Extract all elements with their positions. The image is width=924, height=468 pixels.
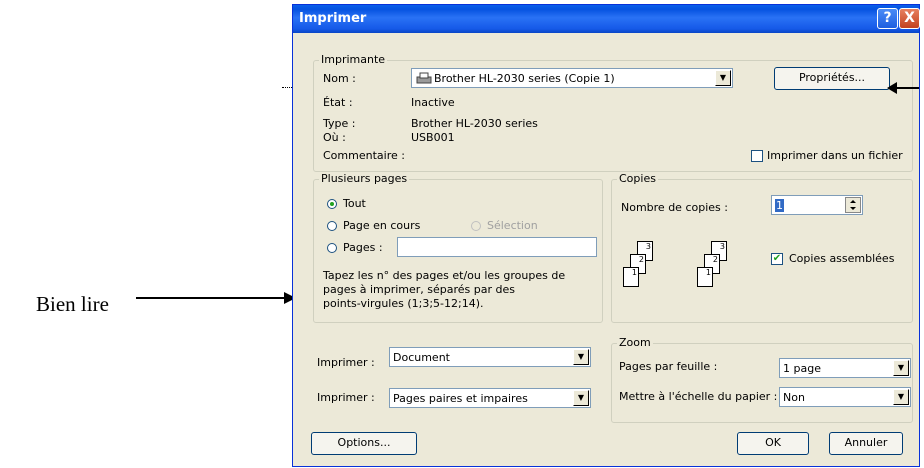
annotation-arrow-line bbox=[136, 297, 286, 299]
copies-spinner[interactable] bbox=[845, 197, 861, 213]
page-range-radio[interactable] bbox=[327, 243, 337, 253]
current-page-label[interactable]: Page en cours bbox=[343, 219, 420, 232]
help-button[interactable]: ? bbox=[877, 8, 898, 29]
chevron-down-icon[interactable]: ▼ bbox=[893, 360, 909, 376]
page-range-help-line-2: pages à imprimer, séparés par des bbox=[323, 283, 515, 296]
printer-state-label: État : bbox=[323, 96, 353, 109]
printer-name-label: Nom : bbox=[323, 72, 356, 85]
scale-to-paper-select[interactable]: Non ▼ bbox=[779, 387, 911, 407]
scale-to-paper-value: Non bbox=[783, 391, 805, 404]
zoom-group: Zoom bbox=[611, 336, 913, 423]
selection-radio[interactable] bbox=[471, 221, 481, 231]
print-what-value: Document bbox=[393, 351, 450, 364]
print-what-select[interactable]: Document ▼ bbox=[389, 347, 591, 367]
copies-count-input[interactable]: 1 bbox=[771, 195, 863, 215]
page-icon: 1 bbox=[697, 267, 713, 287]
printer-where-value: USB001 bbox=[411, 131, 455, 144]
options-button[interactable]: Options... bbox=[311, 432, 417, 455]
pages-per-sheet-value: 1 page bbox=[783, 362, 821, 375]
page-icon: 1 bbox=[623, 267, 639, 287]
print-dialog: Imprimer ? X Imprimante Nom : Brother HL… bbox=[292, 4, 920, 467]
scale-to-paper-label: Mettre à l'échelle du papier : bbox=[619, 390, 778, 403]
properties-button[interactable]: Propriétés... bbox=[774, 67, 890, 90]
zoom-group-legend: Zoom bbox=[617, 336, 653, 349]
spinner-arrows-icon bbox=[850, 200, 856, 210]
printer-comment-label: Commentaire : bbox=[323, 149, 405, 162]
ok-button[interactable]: OK bbox=[737, 432, 809, 455]
print-to-file-label[interactable]: Imprimer dans un fichier bbox=[767, 149, 903, 162]
dialog-title: Imprimer bbox=[299, 11, 367, 26]
all-pages-radio[interactable] bbox=[327, 199, 337, 209]
print-pages-value: Pages paires et impaires bbox=[393, 392, 528, 405]
chevron-down-icon[interactable]: ▼ bbox=[573, 390, 589, 406]
print-to-file-checkbox[interactable] bbox=[751, 150, 763, 162]
chevron-down-icon[interactable]: ▼ bbox=[573, 349, 589, 365]
page-range-help-line-3: points-virgules (1;3;5-12;14). bbox=[323, 297, 484, 310]
collate-label[interactable]: Copies assemblées bbox=[789, 252, 894, 265]
printer-icon bbox=[416, 72, 432, 84]
pages-per-sheet-select[interactable]: 1 page ▼ bbox=[779, 358, 911, 378]
copies-count-label: Nombre de copies : bbox=[621, 201, 728, 214]
printer-where-label: Où : bbox=[323, 131, 346, 144]
close-button[interactable]: X bbox=[899, 8, 920, 29]
printer-group-legend: Imprimante bbox=[319, 53, 388, 66]
pages-per-sheet-label: Pages par feuille : bbox=[619, 360, 718, 373]
selection-label[interactable]: Sélection bbox=[487, 219, 538, 232]
title-bar[interactable]: Imprimer ? X bbox=[293, 5, 920, 33]
page-range-group-legend: Plusieurs pages bbox=[319, 172, 410, 185]
annotation-arrow-left-icon bbox=[887, 82, 919, 94]
printer-state-value: Inactive bbox=[411, 96, 455, 109]
page-range-input[interactable] bbox=[397, 237, 597, 257]
page-range-help-line-1: Tapez les n° des pages et/ou les groupes… bbox=[323, 269, 566, 282]
print-pages-select[interactable]: Pages paires et impaires ▼ bbox=[389, 388, 591, 408]
collated-pages-icon-group-2: 3 2 1 bbox=[697, 241, 737, 301]
chevron-down-icon[interactable]: ▼ bbox=[715, 70, 731, 86]
all-pages-label[interactable]: Tout bbox=[343, 197, 366, 210]
copies-group-legend: Copies bbox=[617, 172, 658, 185]
copies-count-value: 1 bbox=[775, 199, 784, 212]
cancel-button[interactable]: Annuler bbox=[829, 432, 903, 455]
page-range-label[interactable]: Pages : bbox=[343, 241, 383, 254]
printer-type-value: Brother HL-2030 series bbox=[411, 117, 538, 130]
printer-type-label: Type : bbox=[323, 117, 356, 130]
annotation-label: Bien lire bbox=[36, 292, 109, 316]
current-page-radio[interactable] bbox=[327, 221, 337, 231]
printer-name-value: Brother HL-2030 series (Copie 1) bbox=[434, 72, 615, 85]
printer-name-select[interactable]: Brother HL-2030 series (Copie 1) ▼ bbox=[411, 68, 733, 88]
print-what-label: Imprimer : bbox=[317, 356, 375, 369]
collated-pages-icon-group-1: 3 2 1 bbox=[623, 241, 663, 301]
chevron-down-icon[interactable]: ▼ bbox=[893, 389, 909, 405]
print-pages-label: Imprimer : bbox=[317, 391, 375, 404]
collate-checkbox[interactable]: ✔ bbox=[771, 253, 783, 265]
